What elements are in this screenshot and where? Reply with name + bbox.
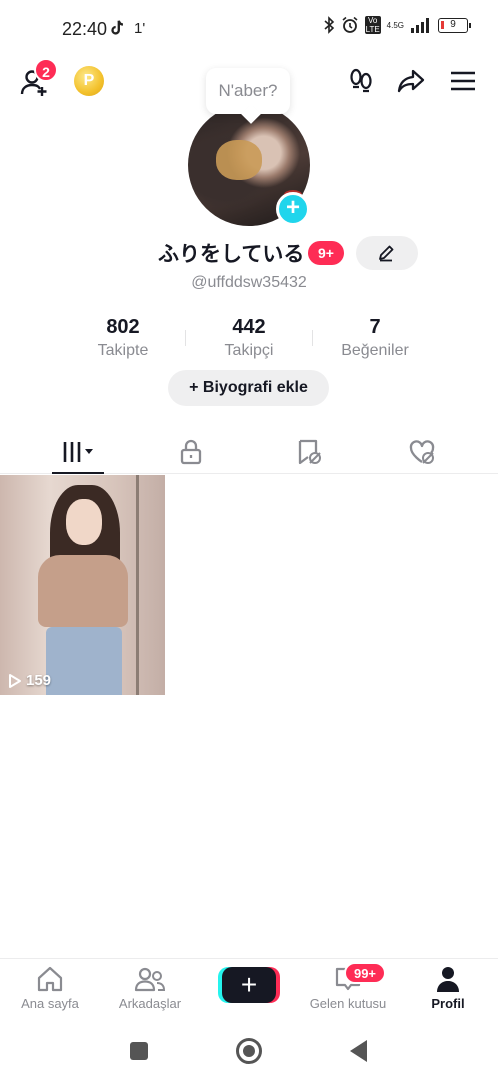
thumbnail-detail	[66, 499, 102, 545]
recent-apps-icon[interactable]	[130, 1042, 148, 1060]
tab-reposts[interactable]	[284, 432, 334, 470]
nav-label: Arkadaşlar	[118, 996, 182, 1011]
alarm-icon	[342, 16, 358, 33]
active-tab-indicator	[52, 472, 104, 474]
menu-icon[interactable]	[448, 66, 478, 96]
display-name: ふりをしている	[158, 243, 305, 266]
divider	[185, 330, 186, 346]
add-friend-button[interactable]: 2	[20, 58, 58, 98]
play-icon	[9, 673, 21, 688]
back-icon[interactable]	[350, 1040, 367, 1062]
profile-icon	[437, 967, 459, 992]
status-right-icons: Vo LTE 4.5G 9	[323, 16, 471, 34]
friends-icon	[134, 967, 166, 992]
name-badge[interactable]: 9+	[308, 241, 344, 265]
lock-icon	[180, 439, 202, 465]
nav-profile[interactable]: Profil	[398, 965, 498, 1011]
content-tabs	[0, 428, 498, 474]
coin-button[interactable]: P	[74, 66, 104, 96]
likes-stat[interactable]: 7 Beğeniler	[312, 316, 438, 362]
status-time: 22:40	[62, 19, 108, 39]
signal-icon	[411, 18, 429, 33]
system-navigation	[0, 1024, 498, 1080]
status-left-icons: 1'	[108, 18, 145, 38]
status-tooltip[interactable]: N'aber?	[206, 68, 290, 114]
footprint-icon[interactable]	[346, 66, 376, 96]
home-button-icon[interactable]	[236, 1038, 262, 1064]
tab-liked[interactable]	[397, 432, 447, 470]
pencil-icon	[379, 245, 394, 262]
thumbnail-detail	[46, 627, 122, 695]
bluetooth-icon	[324, 16, 334, 34]
thumbnail-detail	[136, 475, 139, 695]
divider	[312, 330, 313, 346]
edit-profile-button[interactable]	[356, 236, 418, 270]
home-icon	[37, 966, 63, 992]
stat-label: Beğeniler	[341, 342, 409, 359]
nav-home[interactable]: Ana sayfa	[0, 965, 100, 1011]
add-avatar-plus-icon[interactable]: +	[276, 192, 310, 226]
coin-icon: P	[83, 72, 95, 89]
status-extra: 1'	[134, 19, 146, 37]
add-bio-button[interactable]: + Biyografi ekle	[168, 370, 329, 406]
following-stat[interactable]: 802 Takipte	[60, 316, 186, 362]
stat-value: 7	[369, 316, 381, 338]
tab-private[interactable]	[166, 432, 216, 470]
network-type: 4.5G	[386, 20, 404, 30]
stat-value: 442	[232, 316, 266, 338]
bottom-navigation: Ana sayfa Arkadaşlar + Gelen kutusu 99+ …	[0, 958, 498, 1024]
friend-request-badge: 2	[34, 58, 58, 82]
profile-stats: 802 Takipte 442 Takipçi 7 Beğeniler	[60, 316, 438, 362]
stat-label: Takipçi	[224, 342, 274, 359]
status-bar: 22:40 1' Vo LTE 4.5G 9	[0, 0, 498, 58]
video-thumbnail[interactable]: 159	[0, 475, 165, 695]
stat-value: 802	[106, 316, 140, 338]
heart-hidden-icon	[409, 440, 435, 464]
name-row: ふりをしている 9+	[0, 236, 498, 270]
share-icon[interactable]	[396, 66, 426, 96]
nav-label: Profil	[431, 996, 465, 1011]
nav-label: Ana sayfa	[21, 996, 79, 1011]
tiktok-icon	[111, 20, 124, 35]
create-button[interactable]: +	[222, 967, 276, 1003]
plus-icon: +	[240, 969, 258, 1000]
inbox-badge: 99+	[344, 962, 386, 984]
stat-label: Takipte	[97, 342, 149, 359]
battery-indicator: 9	[438, 17, 471, 33]
followers-stat[interactable]: 442 Takipçi	[186, 316, 312, 362]
view-count-value: 159	[26, 672, 52, 689]
video-grid-icon	[63, 442, 93, 462]
nav-friends[interactable]: Arkadaşlar	[100, 965, 200, 1011]
thumbnail-detail	[38, 555, 128, 627]
nav-label: Gelen kutusu	[309, 996, 387, 1011]
bookmark-hidden-icon	[298, 439, 321, 465]
tab-videos[interactable]	[53, 432, 103, 470]
avatar-detail	[216, 140, 262, 180]
volte-badge: Vo LTE	[364, 16, 381, 34]
view-count: 159	[8, 672, 51, 689]
battery-level: 9	[450, 18, 456, 30]
username-handle: @uffddsw35432	[191, 274, 307, 291]
